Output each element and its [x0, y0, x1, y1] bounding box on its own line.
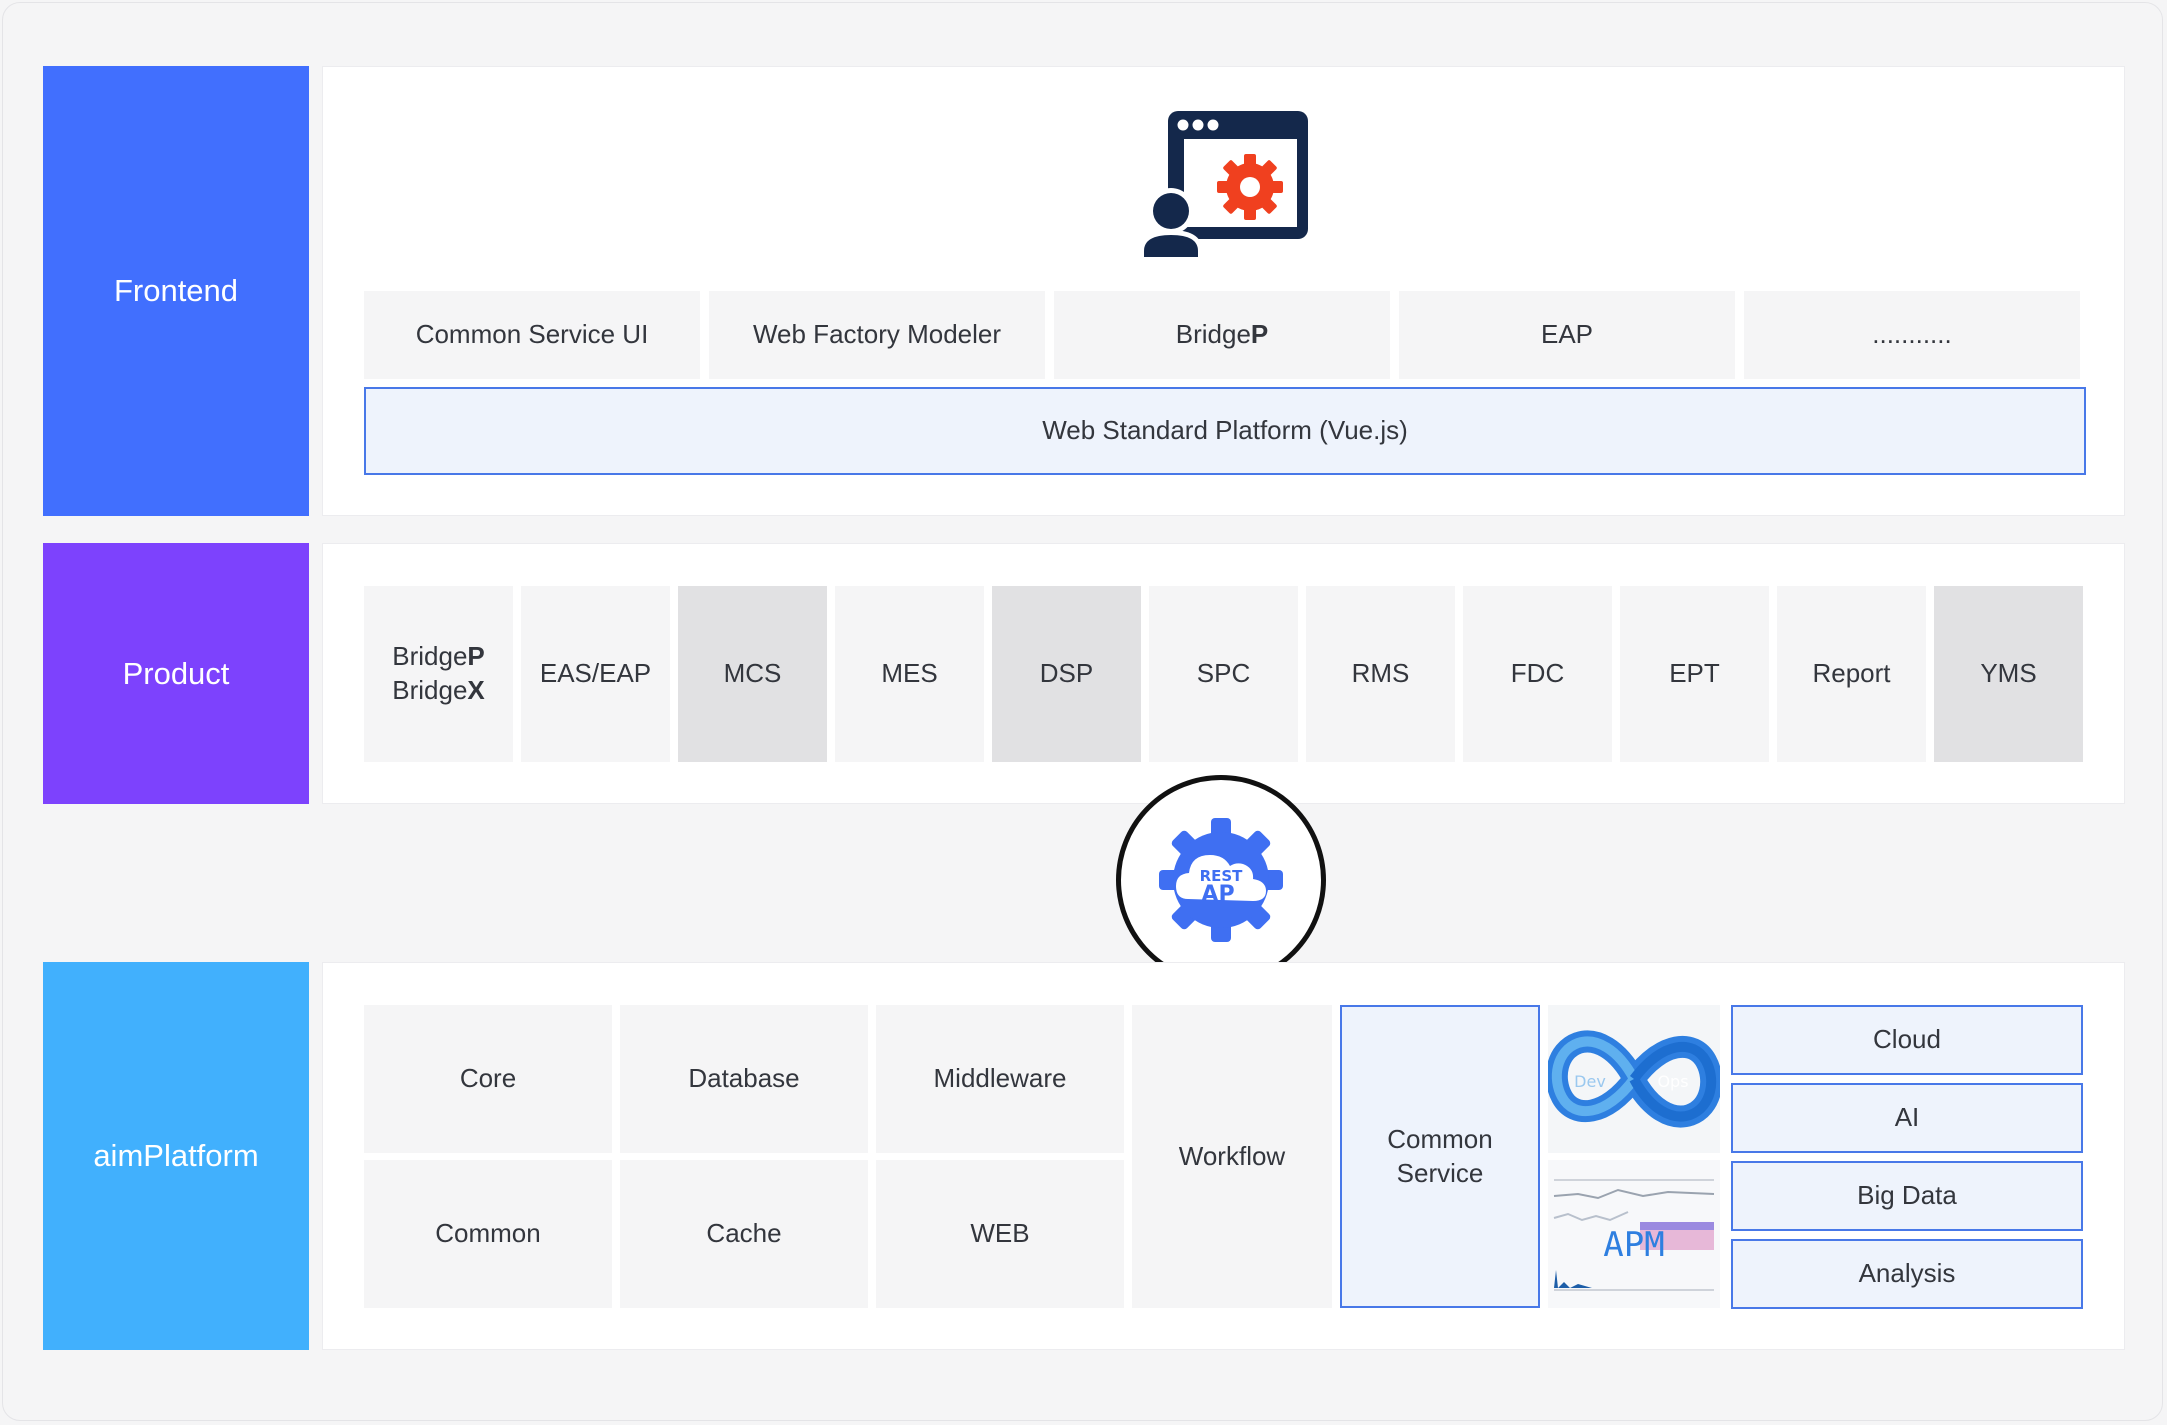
frontend-module-common-service-ui: Common Service UI — [364, 291, 700, 379]
aim-big-data: Big Data — [1731, 1161, 2083, 1231]
devops-infinity-icon: Dev Ops — [1548, 1030, 1720, 1128]
aim-cloud: Cloud — [1731, 1005, 2083, 1075]
product-yms: YMS — [1934, 586, 2083, 762]
product-rms: RMS — [1306, 586, 1455, 762]
product-bridgep: BridgeP — [392, 641, 485, 672]
product-spc: SPC — [1149, 586, 1298, 762]
aim-database: Database — [620, 1005, 868, 1153]
product-dsp: DSP — [992, 586, 1141, 762]
web-standard-platform: Web Standard Platform (Vue.js) — [364, 387, 2086, 475]
frontend-panel: Common Service UI Web Factory Modeler Br… — [322, 66, 2125, 516]
devops-thumbnail: Dev Ops — [1548, 1005, 1720, 1153]
rest-api-badge: REST AP — [1116, 775, 1326, 985]
layer-label-product: Product — [43, 543, 309, 804]
product-panel: BridgeP BridgeX EAS/EAP MCS MES DSP SPC … — [322, 543, 2125, 804]
aim-workflow: Workflow — [1132, 1005, 1332, 1308]
aim-ai: AI — [1731, 1083, 2083, 1153]
apm-label: APM — [1603, 1225, 1664, 1265]
product-mcs: MCS — [678, 586, 827, 762]
apm-thumbnail: APM — [1548, 1160, 1720, 1308]
layer-label-frontend: Frontend — [43, 66, 309, 516]
frontend-module-eap: EAP — [1399, 291, 1735, 379]
frontend-module-web-factory-modeler: Web Factory Modeler — [709, 291, 1045, 379]
aim-common: Common — [364, 1160, 612, 1308]
product-report: Report — [1777, 586, 1926, 762]
product-fdc: FDC — [1463, 586, 1612, 762]
aim-common-service: Common Service — [1340, 1005, 1540, 1308]
aim-middleware: Middleware — [876, 1005, 1124, 1153]
frontend-module-bridgep: Bridge P — [1054, 291, 1390, 379]
devops-ops-label: Ops — [1657, 1072, 1688, 1091]
product-bridge: BridgeP BridgeX — [364, 586, 513, 762]
apm-dashboard-icon: APM — [1553, 1179, 1715, 1291]
aim-analysis: Analysis — [1731, 1239, 2083, 1309]
product-ept: EPT — [1620, 586, 1769, 762]
aimplatform-panel: Core Database Middleware Common Cache WE… — [322, 962, 2125, 1350]
aim-core: Core — [364, 1005, 612, 1153]
web-admin-settings-icon — [1139, 111, 1308, 260]
devops-dev-label: Dev — [1574, 1072, 1606, 1091]
aim-cache: Cache — [620, 1160, 868, 1308]
product-bridgex: BridgeX — [392, 675, 485, 705]
api-label: AP — [1201, 882, 1234, 907]
frontend-module-more: ........... — [1744, 291, 2080, 379]
product-eas-eap: EAS/EAP — [521, 586, 670, 762]
product-mes: MES — [835, 586, 984, 762]
layer-label-aimplatform: aimPlatform — [43, 962, 309, 1350]
aim-web: WEB — [876, 1160, 1124, 1308]
rest-api-gear-icon: REST AP — [1159, 818, 1283, 942]
